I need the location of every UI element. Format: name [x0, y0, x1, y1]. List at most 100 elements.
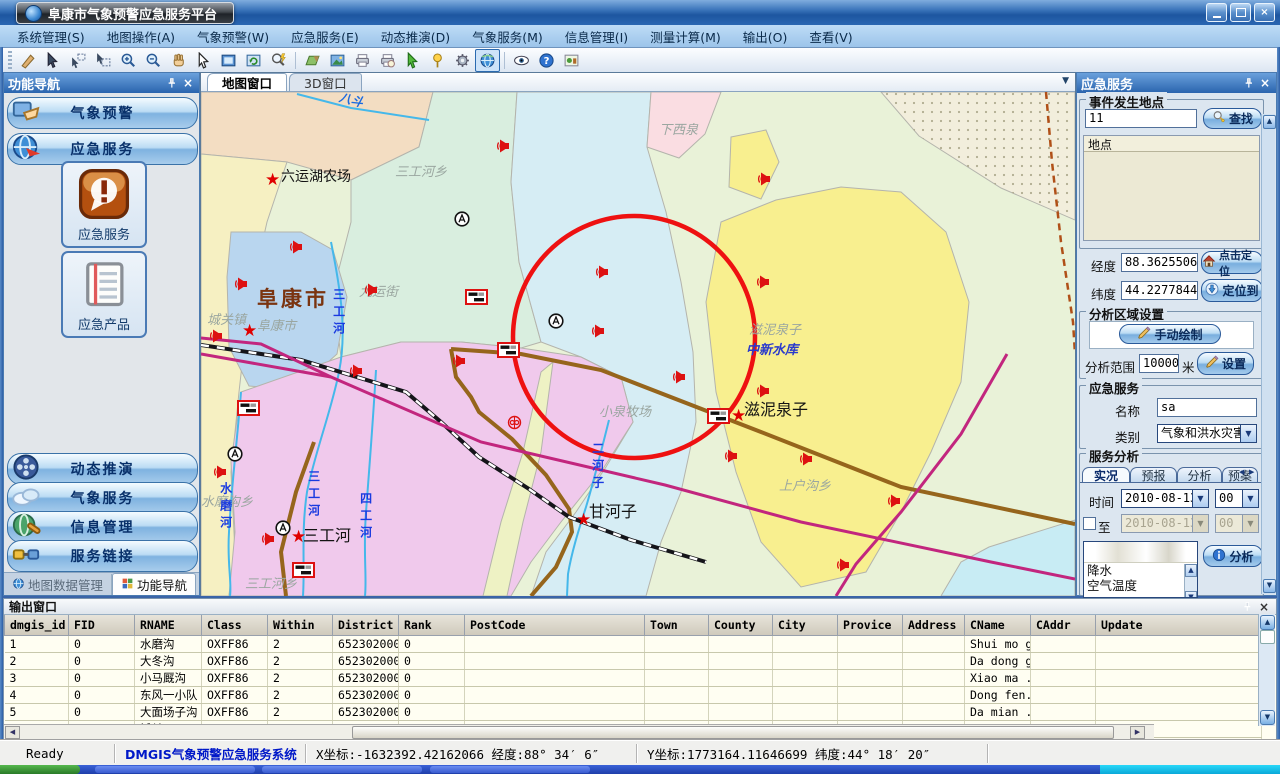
scene-icon[interactable]: [559, 49, 584, 72]
table-row[interactable]: 20大冬沟OXFF8626523020000Da dong gou: [5, 653, 1262, 670]
zoom-out-icon[interactable]: [141, 49, 166, 72]
chevron-down-icon[interactable]: ▼: [1242, 490, 1258, 507]
hour2-select[interactable]: 00▼: [1215, 514, 1259, 533]
close-icon[interactable]: ×: [181, 76, 195, 90]
list-item[interactable]: 空气温度: [1084, 578, 1197, 593]
column-header-City[interactable]: City: [773, 615, 838, 636]
service-name-input[interactable]: sa: [1157, 398, 1257, 417]
menu-item[interactable]: 动态推演(D): [370, 25, 461, 48]
scroll-down-icon[interactable]: ▼: [1260, 710, 1275, 725]
measure-icon[interactable]: [16, 49, 41, 72]
start-button[interactable]: [0, 765, 80, 774]
click-locate-button[interactable]: 点击定位: [1201, 251, 1263, 274]
scroll-up-icon[interactable]: ▲: [1185, 564, 1197, 577]
close-icon[interactable]: ×: [1257, 600, 1271, 614]
service-type-select[interactable]: 气象和洪水灾害▼: [1157, 424, 1257, 443]
sidebar-item-气象预警[interactable]: 气象预警: [7, 97, 198, 129]
analysis-range-input[interactable]: 10000: [1139, 354, 1179, 373]
element-listbox[interactable]: 降水空气温度 ▲▼: [1083, 541, 1198, 598]
find-button[interactable]: 查找: [1203, 108, 1262, 129]
os-taskbar[interactable]: [0, 765, 1280, 774]
placemark-icon[interactable]: [425, 49, 450, 72]
menu-item[interactable]: 应急服务(E): [280, 25, 370, 48]
tab-scroll-right-icon[interactable]: ▶: [1249, 468, 1254, 476]
restore-button[interactable]: [1230, 3, 1251, 22]
shortcut-应急产品[interactable]: 应急产品: [61, 251, 147, 338]
scroll-up-icon[interactable]: ▲: [1263, 115, 1276, 129]
zoom-query-icon[interactable]: [266, 49, 291, 72]
menu-item[interactable]: 气象预警(W): [186, 25, 280, 48]
eye-icon[interactable]: [509, 49, 534, 72]
column-header-Town[interactable]: Town: [645, 615, 709, 636]
refresh-icon[interactable]: [241, 49, 266, 72]
column-header-dmgis_id[interactable]: dmgis_id: [5, 615, 69, 636]
close-icon[interactable]: ×: [1258, 76, 1272, 90]
menu-item[interactable]: 系统管理(S): [6, 25, 96, 48]
column-header-County[interactable]: County: [709, 615, 773, 636]
table-row[interactable]: 40东风一小队OXFF8626523020000Dong fen...: [5, 687, 1262, 704]
pan-icon[interactable]: [166, 49, 191, 72]
chevron-down-icon[interactable]: ▼: [1062, 76, 1069, 86]
column-header-PostCode[interactable]: PostCode: [465, 615, 645, 636]
minimize-button[interactable]: [1206, 3, 1227, 22]
horizontal-scrollbar[interactable]: ◀ ▶: [4, 724, 1154, 739]
print-preview-icon[interactable]: [375, 49, 400, 72]
column-header-Update[interactable]: Update: [1096, 615, 1262, 636]
date2-select[interactable]: 2010-08-13▼: [1121, 514, 1209, 533]
locate-to-button[interactable]: 定位到: [1201, 279, 1263, 302]
globe-icon[interactable]: [475, 49, 500, 72]
layers-icon[interactable]: [300, 49, 325, 72]
latitude-input[interactable]: 44.2277844: [1121, 281, 1198, 300]
column-header-Class[interactable]: Class: [202, 615, 268, 636]
longitude-input[interactable]: 88.3625506: [1121, 253, 1198, 272]
column-header-Within[interactable]: Within: [268, 615, 333, 636]
select-icon[interactable]: [41, 49, 66, 72]
scrollbar-thumb[interactable]: [352, 726, 1114, 739]
tab-3d-window[interactable]: 3D窗口: [289, 73, 362, 91]
toolbar-grip[interactable]: [8, 51, 12, 69]
map-canvas[interactable]: 八斗下西泉六运湖农场三工河乡九运街阜康市城关镇阜康市滋泥泉子中新水库滋泥泉子小泉…: [201, 92, 1075, 596]
table-row[interactable]: 50大面场子沟OXFF8626523020000Da mian ...: [5, 704, 1262, 721]
table-row[interactable]: 30小马厩沟OXFF8626523020000Xiao ma ...: [5, 670, 1262, 687]
column-header-RNAME[interactable]: RNAME: [135, 615, 202, 636]
listbox-scrollbar[interactable]: ▲▼: [1184, 564, 1197, 597]
scroll-up-icon[interactable]: ▲: [1260, 615, 1275, 630]
analyze-button[interactable]: 分析: [1203, 545, 1263, 567]
pin-icon[interactable]: [1241, 76, 1255, 90]
menu-item[interactable]: 查看(V): [798, 25, 863, 48]
to-date-checkbox[interactable]: [1083, 517, 1096, 530]
shortcut-应急服务[interactable]: 应急服务: [61, 161, 147, 248]
pin-icon[interactable]: [164, 76, 178, 90]
column-header-CAddr[interactable]: CAddr: [1031, 615, 1096, 636]
menu-item[interactable]: 信息管理(I): [554, 25, 639, 48]
date-select[interactable]: 2010-08-13▼: [1121, 489, 1209, 508]
tab-map-window[interactable]: 地图窗口: [207, 73, 287, 91]
vertical-scrollbar[interactable]: ▲ ▼: [1258, 614, 1275, 726]
menu-item[interactable]: 地图操作(A): [96, 25, 186, 48]
select-box-icon[interactable]: [66, 49, 91, 72]
tab-scroll-left-icon[interactable]: ◀: [1239, 468, 1244, 476]
table-row[interactable]: 10水磨沟OXFF8626523020000Shui mo gou: [5, 636, 1262, 653]
tab-地图数据管理[interactable]: 地图数据管理: [4, 574, 112, 595]
zoom-in-icon[interactable]: [116, 49, 141, 72]
export-image-icon[interactable]: [325, 49, 350, 72]
chevron-down-icon[interactable]: ▼: [1192, 490, 1208, 507]
tab-分析[interactable]: 分析: [1177, 467, 1222, 483]
select-area-icon[interactable]: [91, 49, 116, 72]
print-icon[interactable]: [350, 49, 375, 72]
column-header-Provice[interactable]: Provice: [838, 615, 903, 636]
scroll-right-icon[interactable]: ▶: [1130, 726, 1145, 739]
gear-icon[interactable]: [450, 49, 475, 72]
menu-item[interactable]: 测量计算(M): [639, 25, 732, 48]
close-button[interactable]: ×: [1254, 3, 1275, 22]
tab-功能导航[interactable]: 功能导航: [112, 573, 196, 595]
scrollbar-thumb[interactable]: [1260, 630, 1275, 644]
menu-item[interactable]: 输出(O): [732, 25, 799, 48]
pointer-icon[interactable]: [191, 49, 216, 72]
set-range-button[interactable]: 设置: [1197, 352, 1254, 375]
list-item[interactable]: 降水: [1084, 563, 1197, 578]
column-header-CName[interactable]: CName: [965, 615, 1031, 636]
panel-scrollbar[interactable]: ▲ ▼: [1261, 114, 1275, 594]
picker-green-icon[interactable]: [400, 49, 425, 72]
pin-icon[interactable]: [1240, 600, 1254, 614]
